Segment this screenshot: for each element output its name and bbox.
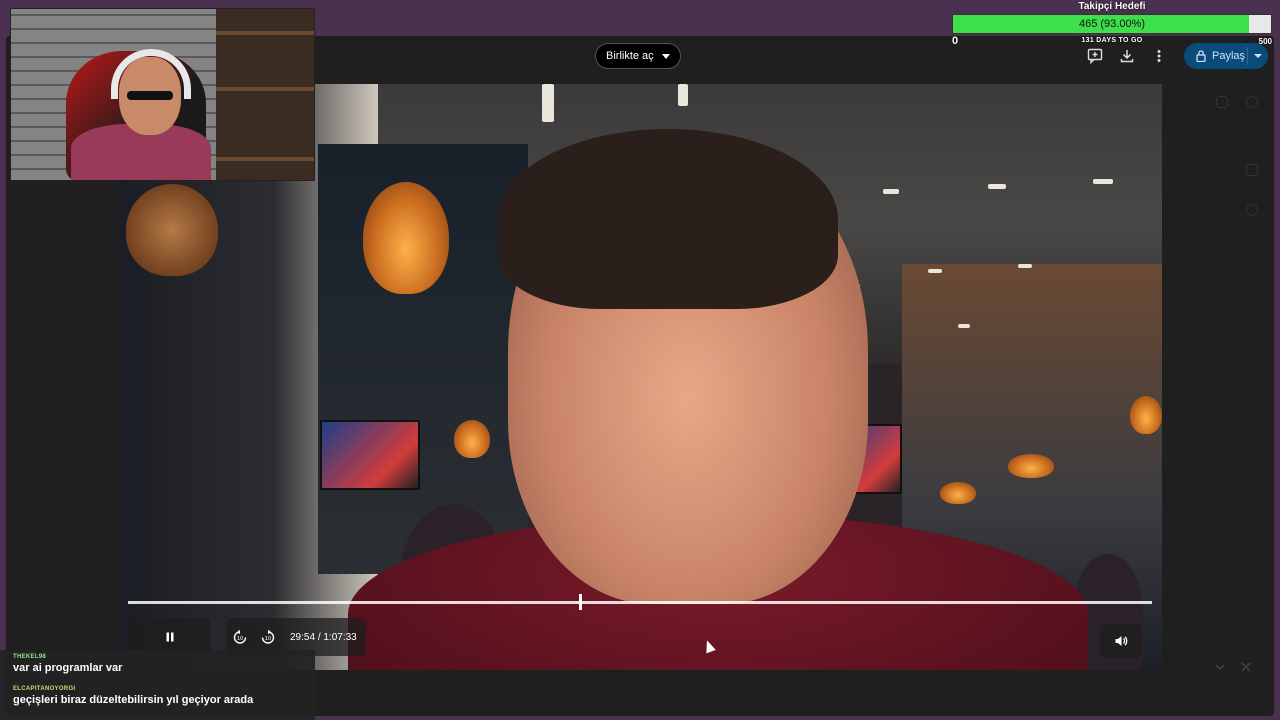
svg-text:10: 10 [237,636,243,642]
duration: / 1:07:33 [317,631,357,643]
pause-icon [166,632,174,642]
open-with-label: Birlikte aç [606,50,654,62]
share-label: Paylaş [1212,50,1246,62]
ceiling-light [1093,179,1113,184]
chat-username: ELCAPITANOYORGI [13,686,76,692]
pause-button[interactable] [156,623,184,651]
ceiling-light [988,184,1006,189]
chat-text: geçişleri biraz düzeltebilirsin yıl geçi… [13,694,254,706]
tv-screen [320,420,420,490]
chat-message: THEKEL98 var ai programlar var [13,654,122,674]
current-time: 29:54 [290,631,316,643]
chat-message: ELCAPITANOYORGI geçişleri biraz düzelteb… [13,686,253,706]
shelf-board [216,87,314,91]
rewind-10-icon: 10 [233,629,247,644]
goal-progress-text: 465 (93.00%) [1078,18,1146,30]
follower-goal-widget: Takipçi Hedefi 465 (93.00%) 0 131 DAYS T… [952,0,1272,48]
goal-max-label: 500 [1258,37,1272,46]
goal-title: Takipçi Hedefi [1078,1,1146,12]
sidebar-item [6,188,118,200]
share-dropdown-icon[interactable] [1254,54,1262,58]
chevron-down-icon [661,53,670,59]
bottom-right-icons [1212,660,1262,677]
ceiling-light [958,324,970,328]
volume-icon [1115,636,1128,646]
chat-username: THEKEL98 [13,654,47,660]
pendant-lamp [126,184,218,276]
time-display: 29:54 / 1:07:33 [282,632,365,643]
pendant-lamp [940,482,976,504]
rewind-10-button[interactable]: 10 [226,623,254,651]
add-comment-icon[interactable] [1084,45,1106,67]
ceiling-light [883,189,899,194]
app-sidebar-dimmed [6,176,118,476]
video-subject-hair [498,129,838,309]
volume-button[interactable] [1107,627,1135,655]
webcam-overlay [10,8,315,181]
chat-text: var ai programlar var [13,662,123,674]
grid-icon [1216,96,1228,108]
person-icon [1246,204,1258,216]
ceiling-light [542,84,554,122]
pendant-lamp [1008,454,1054,478]
chat-overlay: THEKEL98 var ai programlar var ELCAPITAN… [0,650,315,720]
download-icon[interactable] [1116,45,1138,67]
webcam-shelf [216,9,314,180]
sunglasses [127,91,173,100]
video-progress-handle[interactable] [578,594,582,610]
more-vert-icon[interactable] [1148,45,1170,67]
pendant-lamp [363,182,449,294]
forward-10-button[interactable]: 10 [254,623,282,651]
forward-10-icon: 10 [261,629,275,644]
info-icon [1246,96,1258,108]
calendar-icon [1246,164,1258,176]
volume-control-group [1100,624,1142,658]
goal-progress-bar: 465 (93.00%) [952,14,1272,34]
lock-icon [1196,50,1206,62]
ceiling-light [1018,264,1032,268]
pendant-lamp [1130,396,1162,434]
pendant-lamp [454,420,490,458]
video-progress-bar[interactable] [128,594,1152,610]
right-rail [1164,76,1274,676]
ceiling-light [678,84,688,106]
ceiling-light [928,269,942,273]
sidebar-item [6,200,118,212]
share-divider [1247,47,1248,65]
svg-text:10: 10 [265,636,271,642]
shelf-board [216,31,314,35]
open-with-button[interactable]: Birlikte aç [595,43,681,69]
shelf-board [216,157,314,161]
goal-days-label: 131 DAYS TO GO [1081,37,1143,44]
stream-frame: Birlikte aç Paylaş 10 10 29:54 / 1:07:33… [0,0,1280,720]
